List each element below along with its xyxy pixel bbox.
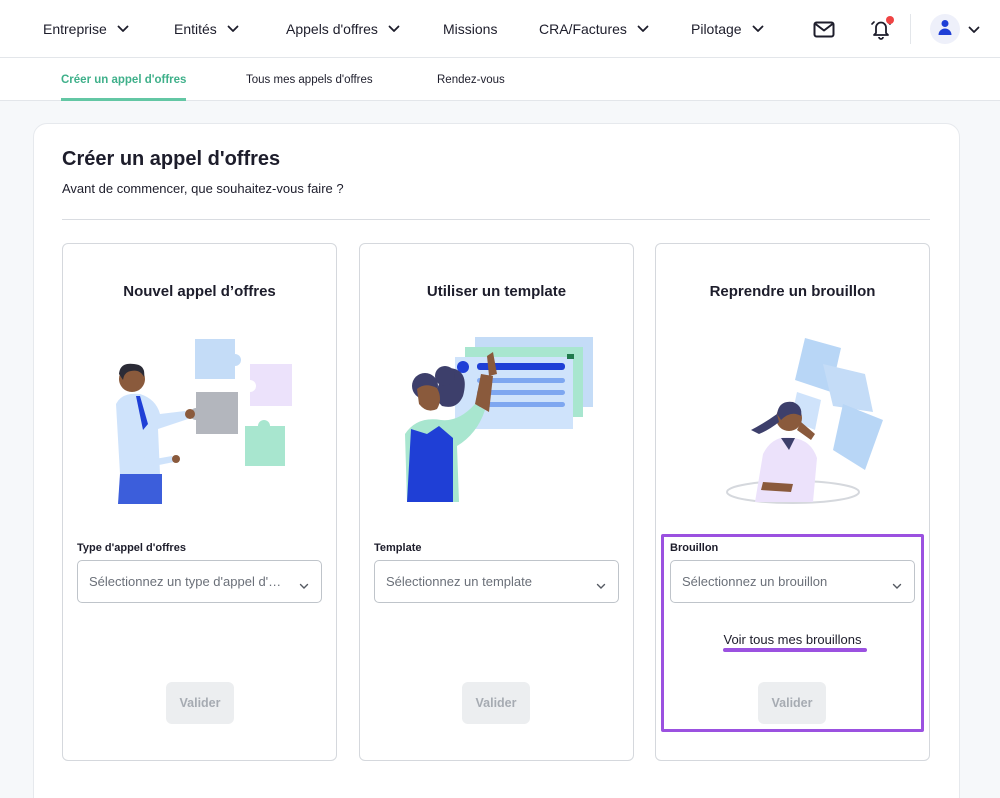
- card-title: Reprendre un brouillon: [709, 283, 876, 300]
- field-label: Type d'appel d'offres: [77, 542, 186, 554]
- select-placeholder: Sélectionnez un template: [386, 574, 532, 589]
- bell-icon[interactable]: [867, 15, 895, 43]
- chevron-down-icon: [227, 25, 239, 33]
- divider: [62, 219, 930, 220]
- tab-label: Créer un appel d'offres: [61, 73, 187, 86]
- new-tender-card: Nouvel appel d’offres Type d'appel d'off…: [62, 243, 337, 761]
- template-illustration: [405, 337, 593, 502]
- field-label: Template: [374, 542, 422, 554]
- card-title: Nouvel appel d’offres: [123, 283, 276, 300]
- chevron-down-icon: [892, 577, 902, 595]
- view-all-drafts-link[interactable]: Voir tous mes brouillons: [656, 632, 929, 647]
- template-card: Utiliser un template Template Sélectionn…: [359, 243, 634, 761]
- nav-item-label: Pilotage: [691, 21, 742, 37]
- nav-item-missions[interactable]: Missions: [443, 0, 497, 58]
- notification-dot: [886, 16, 894, 24]
- tab-create-tender[interactable]: Créer un appel d'offres: [61, 58, 187, 101]
- nav-item-label: Missions: [443, 21, 498, 37]
- field-label: Brouillon: [670, 542, 719, 554]
- template-select[interactable]: Sélectionnez un template: [374, 560, 619, 603]
- page-title: Créer un appel d'offres: [62, 148, 281, 170]
- tab-appointments[interactable]: Rendez-vous: [437, 58, 505, 101]
- chevron-down-icon: [388, 25, 400, 33]
- link-highlight-underline: [723, 648, 867, 652]
- mail-icon[interactable]: [810, 15, 838, 43]
- nav-item-label: Entreprise: [43, 21, 107, 37]
- nav-item-label: CRA/Factures: [539, 21, 627, 37]
- select-placeholder: Sélectionnez un brouillon: [682, 574, 828, 589]
- tab-label: Tous mes appels d'offres: [246, 73, 373, 86]
- avatar[interactable]: [930, 14, 960, 44]
- user-icon: [938, 19, 952, 40]
- nav-item-entites[interactable]: Entités: [174, 0, 239, 58]
- nav-item-appels-offres[interactable]: Appels d'offres: [286, 0, 400, 58]
- tab-label: Rendez-vous: [437, 73, 505, 86]
- nav-item-label: Entités: [174, 21, 217, 37]
- puzzle-illustration: [116, 339, 292, 504]
- chevron-down-icon: [596, 577, 606, 595]
- select-placeholder: Sélectionnez un type d'appel d'offres: [89, 574, 287, 589]
- chevron-down-icon: [752, 25, 764, 33]
- nav-item-pilotage[interactable]: Pilotage: [691, 0, 764, 58]
- chevron-down-icon: [299, 577, 309, 595]
- chevron-down-icon: [637, 25, 649, 33]
- validate-button[interactable]: Valider: [462, 682, 530, 724]
- nav-item-label: Appels d'offres: [286, 21, 378, 37]
- validate-button[interactable]: Valider: [758, 682, 826, 724]
- page-subtitle: Avant de commencer, que souhaitez-vous f…: [62, 181, 344, 196]
- nav-divider: [910, 14, 911, 44]
- top-navigation: Entreprise Entités Appels d'offres Missi…: [0, 0, 1000, 58]
- sub-tabs: Créer un appel d'offres Tous mes appels …: [0, 58, 1000, 101]
- nav-item-entreprise[interactable]: Entreprise: [43, 0, 129, 58]
- chevron-down-icon: [117, 25, 129, 33]
- draft-illustration: [726, 338, 883, 504]
- validate-button[interactable]: Valider: [166, 682, 234, 724]
- card-title: Utiliser un template: [426, 283, 567, 300]
- chevron-down-icon[interactable]: [968, 21, 980, 39]
- nav-item-cra-factures[interactable]: CRA/Factures: [539, 0, 649, 58]
- draft-select[interactable]: Sélectionnez un brouillon: [670, 560, 915, 603]
- draft-card: Reprendre un brouillon Brouillon Sélecti…: [655, 243, 930, 761]
- tender-type-select[interactable]: Sélectionnez un type d'appel d'offres: [77, 560, 322, 603]
- tab-all-tenders[interactable]: Tous mes appels d'offres: [246, 58, 373, 101]
